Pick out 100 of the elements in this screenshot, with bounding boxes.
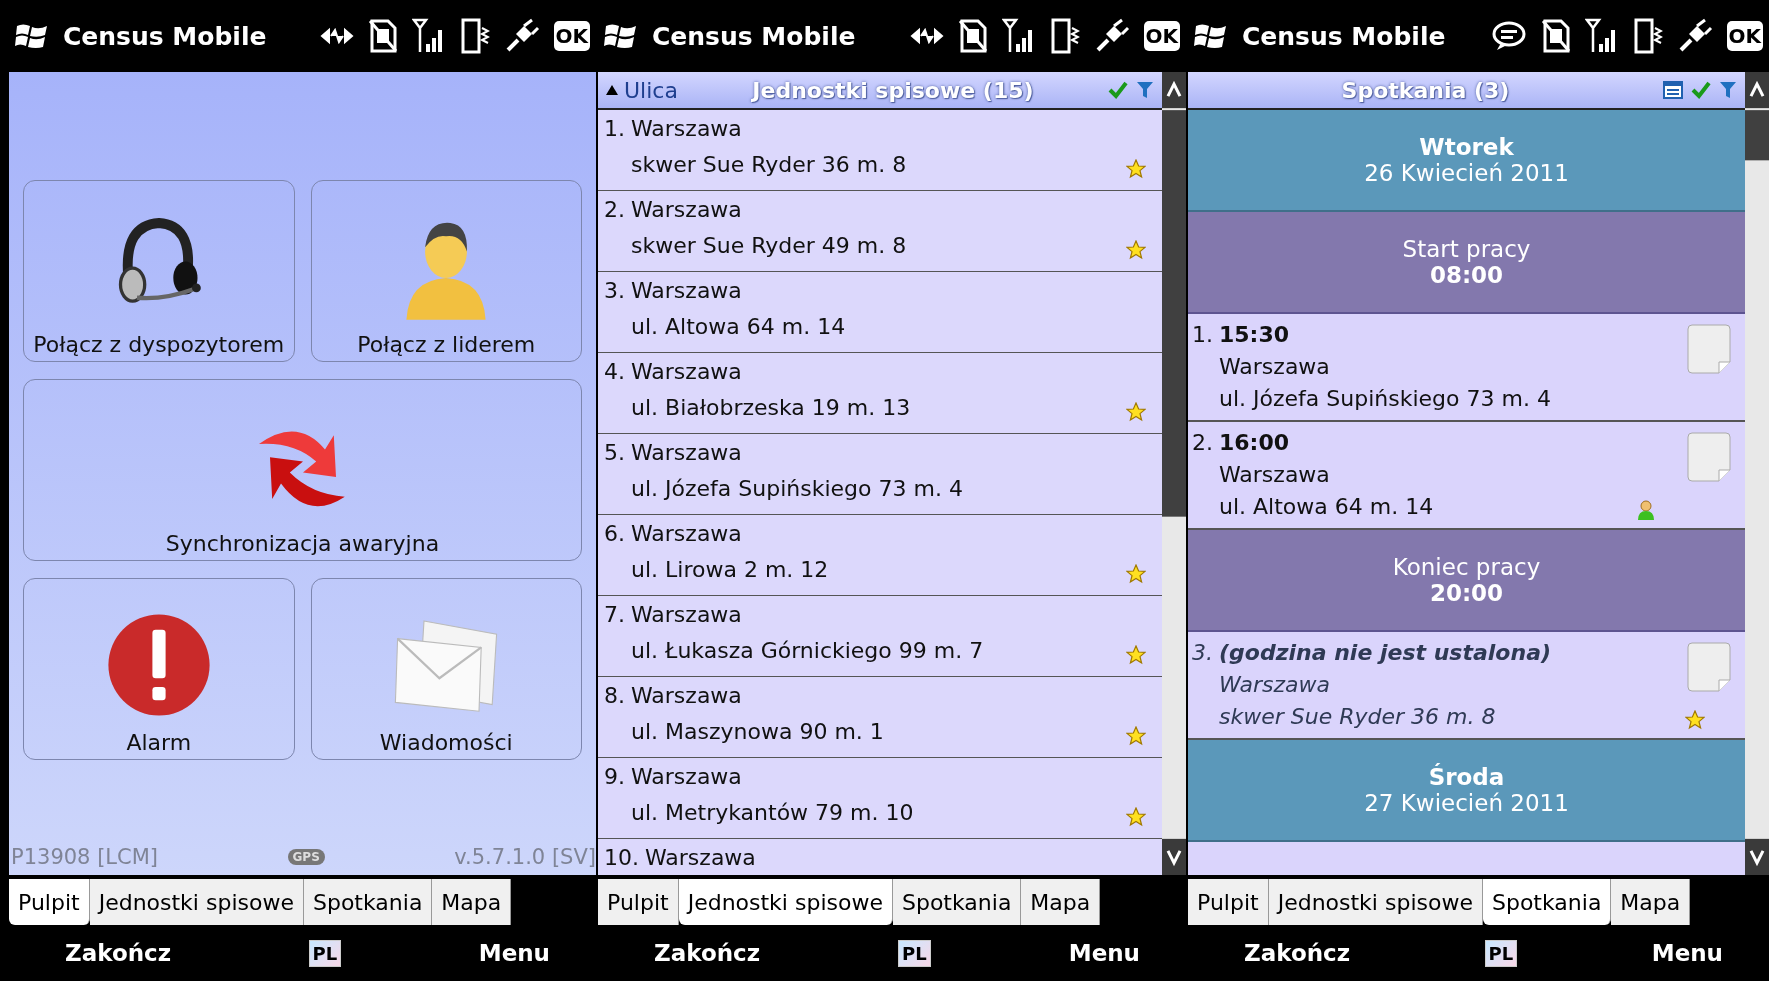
city-text: Warszawa (645, 844, 757, 870)
address-text: ul. Metrykantów 79 m. 10 (631, 799, 915, 825)
tab[interactable]: Spotkania (892, 879, 1022, 925)
sort-button[interactable]: Ulica (606, 77, 678, 103)
user-id: P13908 [LCM] (11, 845, 158, 869)
menu-button[interactable]: Menu (472, 939, 556, 967)
city-text: Warszawa (631, 763, 743, 789)
tab[interactable]: Spotkania (1482, 879, 1612, 925)
no-sim-icon (957, 19, 988, 53)
city-text: Warszawa (631, 601, 743, 627)
appointment-number: 2. (1192, 429, 1213, 455)
checkmark-icon (1108, 81, 1128, 99)
no-sim-icon (1540, 19, 1571, 53)
row-number: 1. (604, 115, 625, 141)
address-text: ul. Józefa Supińskiego 73 m. 4 (631, 475, 964, 501)
tab[interactable]: Spotkania (303, 879, 433, 925)
city-text: Warszawa (631, 196, 743, 222)
ok-button[interactable]: OK (553, 21, 590, 51)
filter-icon (1136, 81, 1154, 99)
city-text: Warszawa (631, 682, 743, 708)
dashboard-tile[interactable]: Połącz z dyspozytorem (23, 180, 295, 362)
address-text: skwer Sue Ryder 49 m. 8 (631, 232, 908, 258)
tab[interactable]: Mapa (432, 879, 512, 925)
address-text: skwer Sue Ryder 36 m. 8 (631, 151, 908, 177)
language-button[interactable]: PL (898, 939, 931, 967)
softkey-button[interactable]: Zakończ (648, 939, 767, 967)
app-title: Census Mobile (63, 21, 267, 51)
address-text: ul. Łukasza Górnickiego 99 m. 7 (631, 637, 985, 663)
row-number: 3. (604, 277, 625, 303)
list-view-icon (1663, 81, 1683, 99)
tab[interactable]: Pulpit (9, 879, 90, 925)
ok-button[interactable]: OK (1726, 21, 1763, 51)
dashboard-tile[interactable]: Wiadomości (310, 578, 582, 760)
row-number: 9. (604, 763, 625, 789)
list-title: Jednostki spisowe (15) (750, 77, 1035, 103)
city-text: Warszawa (631, 115, 743, 141)
address-text: ul. Józefa Supińskiego 73 m. 4 (1219, 385, 1552, 411)
agenda-title: Spotkania (3) (1340, 77, 1511, 103)
address-text: ul. Altowa 64 m. 14 (631, 313, 847, 339)
softkey-button[interactable]: Zakończ (1238, 939, 1357, 967)
gps-badge: GPS (287, 849, 325, 865)
address-text: ul. Maszynowa 90 m. 1 (631, 718, 885, 744)
data-arrows-icon (909, 26, 944, 46)
appointment-time: 16:00 (1219, 429, 1291, 455)
menu-button[interactable]: Menu (1645, 939, 1729, 967)
row-number: 6. (604, 520, 625, 546)
tab[interactable]: Mapa (1021, 879, 1101, 925)
version-text: v.5.7.1.0 [SV] (454, 845, 596, 869)
softkey-button[interactable]: Zakończ (59, 939, 178, 967)
row-number: 8. (604, 682, 625, 708)
dashboard-tile[interactable]: Połącz z liderem (310, 180, 582, 362)
phone-vibrate-icon (1632, 18, 1663, 54)
tab[interactable]: Pulpit (1188, 879, 1269, 925)
app-title: Census Mobile (1242, 21, 1446, 51)
marker-time: 20:00 (1429, 580, 1504, 606)
menu-button[interactable]: Menu (1062, 939, 1146, 967)
tab[interactable]: Mapa (1611, 879, 1691, 925)
row-number: 5. (604, 439, 625, 465)
address-text: skwer Sue Ryder 36 m. 8 (1219, 703, 1497, 729)
day-name: Wtorek (1419, 134, 1514, 160)
tab[interactable]: Jednostki spisowe (1268, 879, 1483, 925)
note-icon (1687, 642, 1731, 692)
day-name: Środa (1428, 764, 1505, 790)
tab[interactable]: Jednostki spisowe (678, 879, 893, 925)
row-number: 7. (604, 601, 625, 627)
city-text: Warszawa (631, 520, 743, 546)
filter-icon (1719, 81, 1737, 99)
marker-label: Koniec pracy (1392, 554, 1541, 580)
language-button[interactable]: PL (308, 939, 342, 967)
appointment-time: (godzina nie jest ustalona) (1219, 639, 1553, 665)
row-number: 10. (604, 844, 639, 870)
dashboard-tile[interactable]: Synchronizacja awaryjna (23, 379, 582, 561)
phone-vibrate-icon (459, 18, 490, 54)
city-text: Warszawa (631, 277, 743, 303)
city-text: Warszawa (1219, 353, 1331, 379)
marker-label: Start pracy (1402, 236, 1531, 262)
dashboard-tile[interactable]: Alarm (23, 578, 295, 760)
appointment-time: 15:30 (1219, 321, 1291, 347)
tab[interactable]: Jednostki spisowe (89, 879, 304, 925)
phone-vibrate-icon (1049, 18, 1080, 54)
note-icon (1687, 432, 1731, 482)
city-text: Warszawa (631, 439, 743, 465)
language-button[interactable]: PL (1484, 939, 1518, 967)
city-text: Warszawa (1219, 671, 1332, 697)
address-text: ul. Białobrzeska 19 m. 13 (631, 394, 912, 420)
address-text: ul. Altowa 64 m. 14 (1219, 493, 1435, 519)
row-number: 4. (604, 358, 625, 384)
note-icon (1687, 324, 1731, 374)
day-date: 27 Kwiecień 2011 (1364, 790, 1569, 816)
chat-bubble-icon (1490, 20, 1527, 52)
no-sim-icon (367, 19, 398, 53)
marker-time: 08:00 (1429, 262, 1504, 288)
day-date: 26 Kwiecień 2011 (1364, 160, 1569, 186)
ok-button[interactable]: OK (1143, 21, 1180, 51)
checkmark-icon (1691, 81, 1711, 99)
app-title: Census Mobile (652, 21, 856, 51)
appointment-number: 3. (1192, 639, 1213, 665)
city-text: Warszawa (1219, 461, 1331, 487)
tab[interactable]: Pulpit (598, 879, 679, 925)
caret-icon (606, 85, 618, 95)
